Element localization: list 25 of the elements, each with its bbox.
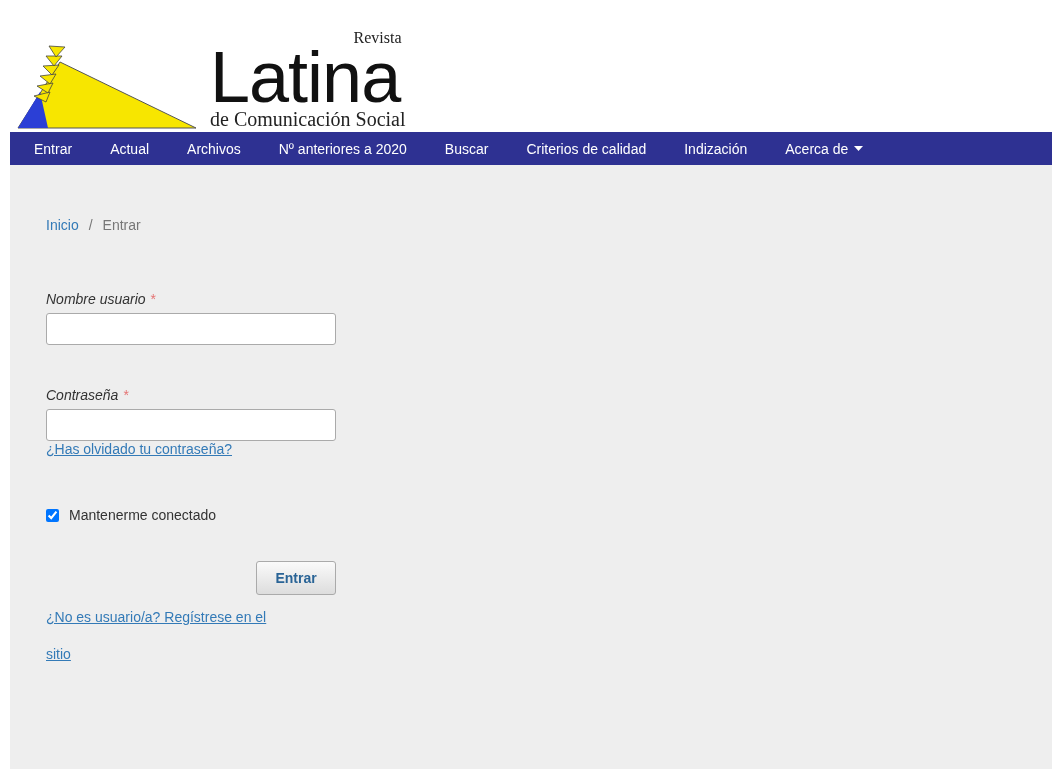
logo-subtitle: de Comunicación Social <box>210 108 406 130</box>
field-label: Nombre usuario <box>46 291 146 307</box>
nav-link[interactable]: Indización <box>674 140 758 157</box>
nav-link[interactable]: Nº anteriores a 2020 <box>268 140 417 157</box>
checkbox-label: Mantenerme conectado <box>69 507 217 523</box>
breadcrumb-separator: / <box>88 217 93 233</box>
submit-button[interactable]: Entrar <box>256 561 336 595</box>
logo-title: Latina <box>210 46 402 108</box>
required-mark: * <box>150 291 157 307</box>
breadcrumb-link[interactable]: Inicio <box>46 217 79 233</box>
input-field[interactable] <box>46 409 336 441</box>
field-label: Contraseña <box>46 387 119 403</box>
breadcrumb-current: Entrar <box>102 217 141 233</box>
nav-link[interactable]: Actual <box>100 140 160 157</box>
required-mark: * <box>123 387 129 403</box>
nav-link[interactable]: Buscar <box>434 140 499 157</box>
nav-link[interactable]: Acerca de <box>775 140 874 157</box>
nav-link[interactable]: Archivos <box>177 140 251 157</box>
checkbox[interactable] <box>46 508 59 522</box>
input-field[interactable] <box>46 313 336 345</box>
logo-small-text: Revista <box>353 30 402 46</box>
forgot-password-link[interactable]: ¿Has olvidado tu contraseña? <box>46 441 232 457</box>
nav-link[interactable]: Entrar <box>24 140 83 157</box>
register-link[interactable]: ¿No es usuario/a? Regístrese en el sitio <box>46 599 286 673</box>
nav-link[interactable]: Criterios de calidad <box>516 140 657 157</box>
